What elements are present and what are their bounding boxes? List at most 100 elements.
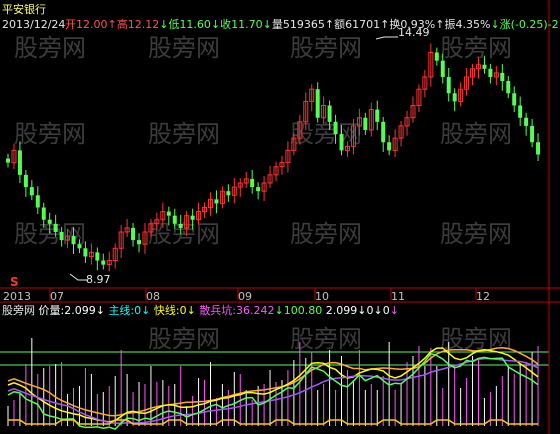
candle-body-down — [214, 199, 219, 204]
indicator-value-zero-b: 0 — [382, 304, 390, 317]
indicator-label-fast: 快线: — [153, 304, 180, 317]
watermark-text: 股旁网 — [440, 220, 512, 248]
candle-body-down — [500, 72, 505, 82]
candle-body-down — [375, 109, 380, 122]
low-value: 11.60 — [179, 18, 211, 31]
down-arrow-icon: ↓ — [210, 18, 221, 31]
candle-body-down — [41, 207, 46, 220]
candle-body-down — [512, 93, 517, 106]
watermark-text: 股旁网 — [14, 34, 86, 62]
indicator-label-foxhole: 散兵坑: — [199, 304, 237, 317]
stock-chart-window: { "header": { "stock_name": "平安银行", "dat… — [0, 0, 560, 434]
candle-body-down — [137, 240, 142, 245]
date-label: 2013/12/24 — [2, 18, 66, 31]
candle-body-down — [440, 60, 445, 77]
close-label: 收 — [220, 18, 232, 31]
time-label-07: 07 — [50, 290, 64, 303]
change-value: (-0.25)-2 — [510, 18, 559, 31]
watermark-text: 股旁网 — [440, 120, 512, 148]
high-value: 12.12 — [127, 18, 160, 31]
up-arrow-icon: ↑ — [380, 18, 390, 31]
watermark-text: 股旁网 — [290, 34, 362, 62]
indicator-value-price-volume: 2.099 — [64, 304, 96, 317]
watermark-text: 股旁网 — [290, 325, 362, 353]
candle-body-down — [518, 105, 523, 118]
down-arrow-icon: ↓ — [262, 18, 272, 31]
candle-body-down — [95, 252, 100, 261]
sell-signal-marker: S — [10, 275, 19, 289]
time-label-08: 08 — [146, 290, 160, 303]
candle-body-down — [327, 105, 332, 122]
indicator-label-main: 主线: — [108, 304, 135, 317]
time-label-12: 12 — [476, 290, 490, 303]
indicator-base-line — [8, 419, 538, 425]
volume-value: 519365 — [282, 18, 325, 31]
time-label-10: 10 — [315, 290, 329, 303]
candle-body-down — [35, 195, 40, 208]
candle-body-down — [446, 76, 451, 94]
watermark-text: 股旁网 — [440, 325, 512, 353]
candle-body-down — [434, 52, 439, 61]
amplitude-label: 振 — [444, 18, 456, 31]
candle-body-down — [524, 117, 529, 126]
volume-label: 量 — [271, 18, 283, 31]
indicator-name: 股旁网 — [2, 304, 35, 317]
candle-body-down — [452, 93, 457, 102]
candle-body-down — [53, 223, 58, 232]
candle-body-down — [536, 142, 541, 155]
candle-body-down — [23, 174, 28, 188]
indicator-value-green: 100.80 — [283, 304, 323, 317]
down-arrow-icon: ↓ — [373, 304, 383, 317]
indicator-label-price-volume: 价量: — [38, 304, 65, 317]
candle-body-down — [333, 121, 338, 135]
down-arrow-icon: ↓ — [274, 304, 284, 317]
candle-body-down — [29, 187, 34, 196]
peak-price-label: 14.49 — [398, 26, 430, 39]
time-label-2013: 2013 — [3, 290, 31, 303]
indicator-value-white: 2.099 — [325, 304, 358, 317]
peak-leader-line — [375, 36, 398, 40]
indicator-header: 股旁网 价量:2.099↓ 主线:0↓ 快线:0↓ 散兵坑:36.242↓100… — [2, 304, 399, 317]
change-label: 涨 — [499, 18, 511, 31]
candle-body-down — [59, 231, 64, 241]
chart-canvas: 股旁网 股旁网 股旁网 股旁网股旁网 股旁网 股旁网 股旁网股旁网 股旁网 股旁网 股旁网股旁网股… — [0, 0, 560, 434]
candle-body-down — [6, 158, 10, 163]
candle-body-down — [488, 68, 493, 77]
amount-label: 额 — [334, 18, 346, 31]
candle-body-down — [77, 244, 82, 249]
candle-body-down — [131, 227, 136, 241]
trough-price-label: 8.97 — [86, 273, 111, 286]
up-arrow-icon: ↑ — [107, 18, 117, 31]
candle-body-down — [339, 134, 344, 151]
indicator-main-line — [7, 346, 539, 417]
candle-body-down — [190, 215, 195, 220]
watermark-text: 股旁网 — [148, 34, 220, 62]
stock-name: 平安银行 — [2, 3, 46, 16]
candle-body-down — [530, 125, 535, 143]
open-label: 开 — [65, 18, 76, 31]
quote-line: 开12.00↑高12.12↓低11.60↓收11.70↓量519365↑额617… — [65, 18, 559, 31]
candle-body-down — [47, 219, 52, 224]
candle-body-down — [387, 142, 392, 151]
indicator-value-foxhole: 36.242 — [236, 304, 275, 317]
indicator-value-fast: 0 — [179, 304, 187, 317]
candle-body-down — [101, 260, 106, 265]
indicator-layer — [0, 338, 549, 431]
candle-body-down — [178, 223, 183, 228]
down-arrow-icon: ↓ — [490, 18, 500, 31]
down-arrow-icon: ↓ — [389, 304, 399, 317]
watermark-text: 股旁网 — [148, 120, 220, 148]
high-label: 高 — [116, 18, 128, 31]
amplitude-value: 4.35% — [455, 18, 491, 31]
watermark-text: 股旁网 — [148, 325, 220, 353]
candle-body-down — [71, 236, 76, 245]
down-arrow-icon: ↓ — [95, 304, 105, 317]
candle-body-down — [83, 248, 88, 257]
open-value: 12.00 — [76, 18, 108, 31]
candle-body-down — [506, 81, 511, 94]
down-arrow-icon: ↓ — [141, 304, 151, 317]
up-arrow-icon: ↑ — [324, 18, 335, 31]
low-label: 低 — [168, 18, 180, 31]
candle-body-down — [363, 117, 368, 130]
time-label-09: 09 — [238, 290, 252, 303]
